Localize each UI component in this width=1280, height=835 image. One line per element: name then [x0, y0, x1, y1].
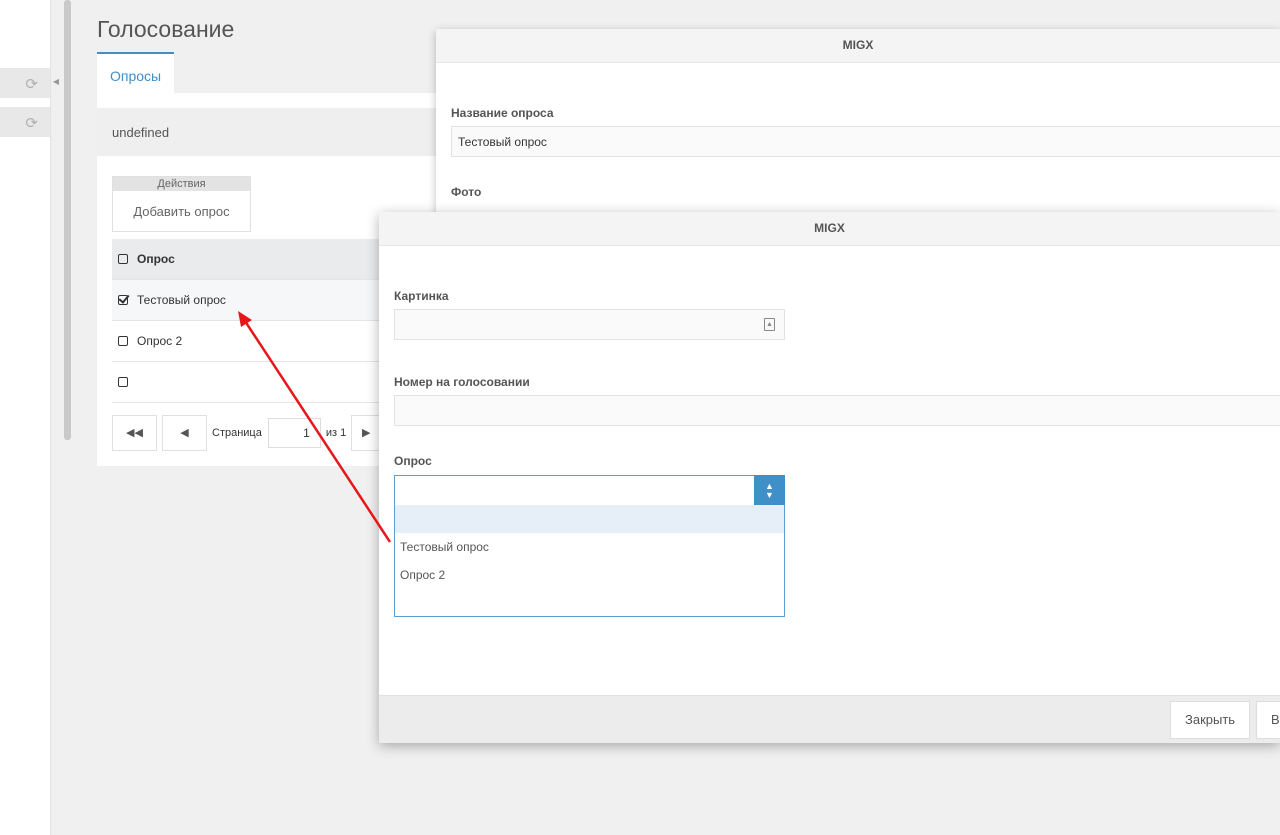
close-button[interactable]: Закрыть [1170, 701, 1251, 739]
migx-window-back: MIGX Название опроса Тестовый опрос Фото [436, 29, 1280, 219]
window-footer: Закрыть В [379, 695, 1280, 743]
refresh-icon[interactable]: ⟳ [25, 75, 38, 93]
actions-header: Действия [113, 177, 250, 191]
image-icon[interactable]: ▲ [764, 318, 775, 331]
vote-number-input[interactable] [394, 395, 1280, 426]
left-tree-panel: ⟳ ⟳ [0, 0, 51, 835]
page-of-label: из 1 [325, 427, 347, 439]
tab-polls[interactable]: Опросы [97, 52, 175, 93]
poll-select-label: Опрос [394, 454, 432, 468]
page-title: Голосование [97, 16, 235, 42]
vote-number-label: Номер на голосовании [394, 375, 530, 389]
add-poll-button[interactable]: Добавить опрос [113, 191, 250, 219]
undefined-bar: undefined [97, 108, 447, 156]
page-number-input[interactable]: 1 [267, 418, 321, 448]
photo-label: Фото [451, 185, 482, 199]
page-label: Страница [212, 427, 262, 439]
up-down-arrows-icon[interactable]: ▲ ▼ [754, 475, 785, 506]
poll-name-label: Название опроса [451, 106, 554, 120]
collapse-triangle-left-icon[interactable]: ◀ [51, 68, 61, 96]
second-footer-button[interactable]: В [1256, 701, 1280, 739]
poll-name-input[interactable]: Тестовый опрос [451, 126, 1280, 157]
column-header-poll[interactable]: Опрос [137, 252, 175, 266]
next-page-button[interactable]: ▶ [351, 415, 382, 451]
select-all-checkbox[interactable] [118, 254, 128, 264]
image-label: Картинка [394, 289, 449, 303]
image-input[interactable]: ▲ [394, 309, 785, 340]
dropdown-option[interactable]: Опрос 2 [395, 561, 784, 589]
row-checkbox[interactable] [118, 336, 128, 346]
prev-page-button[interactable]: ◀ [162, 415, 207, 451]
poll-dropdown-list: Тестовый опрос Опрос 2 [394, 505, 785, 617]
poll-select[interactable]: ▲ ▼ [394, 475, 785, 506]
window-title[interactable]: MIGX [436, 29, 1280, 63]
tree-row[interactable]: ⟳ [0, 68, 50, 98]
migx-window-front: MIGX Картинка ▲ Номер на голосовании Опр… [379, 212, 1280, 743]
pagination: ◀◀ ◀ Страница 1 из 1 ▶ [112, 415, 386, 451]
triangle-right-icon: ▶ [362, 427, 371, 439]
double-chevron-left-icon: ◀◀ [126, 427, 143, 439]
triangle-left-icon: ◀ [180, 427, 189, 439]
row-label: Тестовый опрос [137, 293, 226, 307]
row-label: Опрос 2 [137, 334, 183, 348]
dropdown-option[interactable]: Тестовый опрос [395, 533, 784, 561]
tab-strip: Опросы [97, 52, 175, 93]
row-checkbox[interactable] [118, 295, 128, 305]
row-checkbox[interactable] [118, 377, 128, 387]
dropdown-option-empty[interactable] [395, 505, 784, 533]
refresh-icon[interactable]: ⟳ [25, 114, 38, 132]
window-title[interactable]: MIGX [379, 212, 1280, 246]
tree-row[interactable]: ⟳ [0, 107, 50, 137]
first-page-button[interactable]: ◀◀ [112, 415, 157, 451]
actions-box: Действия Добавить опрос [112, 176, 251, 232]
panel-splitter[interactable] [64, 0, 71, 440]
